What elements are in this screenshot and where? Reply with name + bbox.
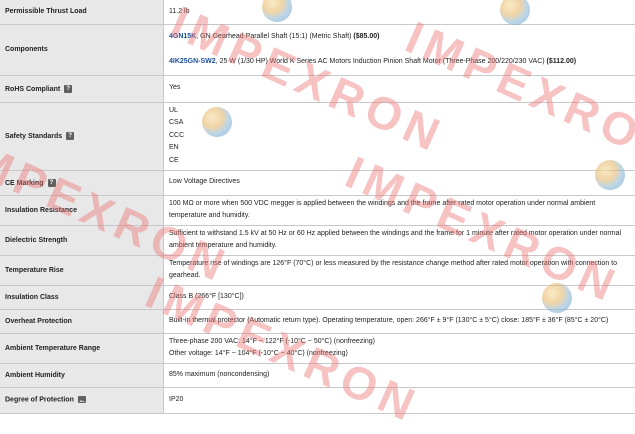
table-row: Safety Standards? UL CSA CCC EN CE [0,102,635,170]
row-label: RoHS Compliant? [0,75,164,102]
component-link-motor[interactable]: 4IK25GN-SW2 [169,58,216,65]
value-line: 11.2 lb [169,6,630,19]
value-line: EN [169,142,630,155]
row-value: UL CSA CCC EN CE [164,102,635,170]
table-row: CE Marking? Low Voltage Directives [0,170,635,195]
component-description: , GN Gearhead Parallel Shaft (15:1) (Met… [196,33,353,40]
value-line: CE [169,155,630,168]
table-row: Insulation Resistance 100 MΩ or more whe… [0,195,635,225]
row-label-text: Safety Standards [5,133,62,140]
row-label: Components [0,24,164,75]
table-row: Ambient Humidity 85% maximum (noncondens… [0,363,635,387]
row-value: IP20 [164,387,635,413]
table-row: Overheat Protection Built-in thermal pro… [0,309,635,333]
row-label: Insulation Resistance [0,195,164,225]
row-value: Built-in thermal protector (Automatic re… [164,309,635,333]
row-value: Sufficient to withstand 1.5 kV at 50 Hz … [164,225,635,255]
component-price: ($85.00) [353,33,379,40]
table-row: Dielectric Strength Sufficient to withst… [0,225,635,255]
row-value: Three-phase 200 VAC: 14°F ~ 122°F (-10°C… [164,333,635,363]
row-value: 4GN15K, GN Gearhead Parallel Shaft (15:1… [164,24,635,75]
table-row: Degree of Protection IP20 [0,387,635,413]
row-label-text: Degree of Protection [5,397,74,404]
row-value: 85% maximum (noncondensing) [164,363,635,387]
value-line: Sufficient to withstand 1.5 kV at 50 Hz … [169,228,630,253]
table-row: Permissible Thrust Load 11.2 lb [0,0,635,24]
row-label: Insulation Class [0,285,164,309]
value-line: Class B (266°F [130°C]) [169,291,630,304]
row-label: Degree of Protection [0,387,164,413]
row-value: Class B (266°F [130°C]) [164,285,635,309]
row-label: Overheat Protection [0,309,164,333]
value-line: CSA [169,117,630,130]
row-value: Temperature rise of windings are 126°F (… [164,255,635,285]
table-row: RoHS Compliant? Yes [0,75,635,102]
help-icon[interactable]: ? [66,132,74,140]
component-link-gearhead[interactable]: 4GN15K [169,33,196,40]
table-row: Insulation Class Class B (266°F [130°C]) [0,285,635,309]
value-line: Yes [169,82,630,95]
row-label: Permissible Thrust Load [0,0,164,24]
component-price: ($112.00) [547,58,577,65]
value-line: UL [169,105,630,118]
value-line: 85% maximum (noncondensing) [169,369,630,382]
row-label-text: RoHS Compliant [5,85,60,92]
value-line: Three-phase 200 VAC: 14°F ~ 122°F (-10°C… [169,336,630,349]
row-label: CE Marking? [0,170,164,195]
row-value: 100 MΩ or more when 500 VDC megger is ap… [164,195,635,225]
value-line: Low Voltage Directives [169,176,630,189]
value-line: CCC [169,130,630,143]
value-line: Built-in thermal protector (Automatic re… [169,315,630,328]
table-row: Components 4GN15K, GN Gearhead Parallel … [0,24,635,75]
value-line: Temperature rise of windings are 126°F (… [169,258,630,283]
row-value: 11.2 lb [164,0,635,24]
row-label: Safety Standards? [0,102,164,170]
component-description: , 25 W (1/30 HP) World K Series AC Motor… [216,58,547,65]
value-line: 100 MΩ or more when 500 VDC megger is ap… [169,198,630,223]
row-label: Temperature Rise [0,255,164,285]
help-icon[interactable]: ? [64,85,72,93]
row-label: Ambient Humidity [0,363,164,387]
value-line: IP20 [169,394,630,407]
specifications-table: Permissible Thrust Load 11.2 lb Componen… [0,0,635,414]
row-label: Ambient Temperature Range [0,333,164,363]
table-row: Ambient Temperature Range Three-phase 20… [0,333,635,363]
row-value: Low Voltage Directives [164,170,635,195]
help-icon[interactable]: ? [48,179,56,187]
value-line: Other voltage: 14°F ~ 104°F (-10°C ~ 40°… [169,348,630,361]
row-label: Dielectric Strength [0,225,164,255]
table-row: Temperature Rise Temperature rise of win… [0,255,635,285]
row-label-text: CE Marking [5,179,44,186]
row-value: Yes [164,75,635,102]
